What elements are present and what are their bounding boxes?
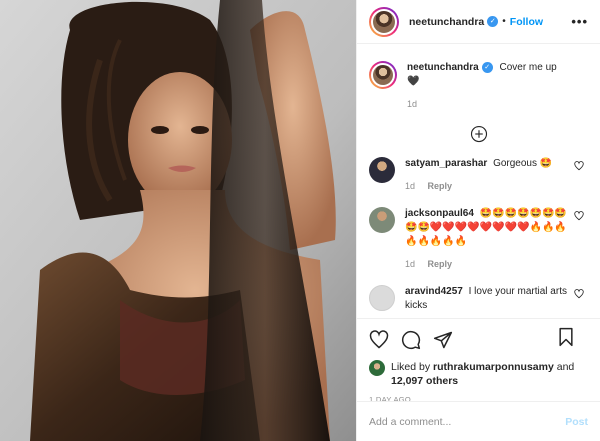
caption-username[interactable]: neetunchandra [407,62,479,73]
post-actions: Liked by ruthrakumarponnusamy and 12,097… [357,318,600,404]
comment-avatar[interactable] [369,285,395,311]
comment-time[interactable]: 1d [405,181,415,191]
comment-text: Gorgeous 🤩 [493,158,553,169]
post-sidebar: neetunchandra ✓ • Follow ••• neetunchand… [356,0,600,441]
comment-like-heart-icon[interactable] [574,161,584,171]
comment-username[interactable]: aravind4257 [405,286,463,297]
separator-dot: • [502,16,506,27]
caption-time[interactable]: 1d [407,99,417,109]
add-comment-input[interactable] [369,415,566,428]
comments-list[interactable]: neetunchandra ✓ Cover me up 🖤 1d satyam_p… [357,45,600,315]
comment-item: satyam_parashar Gorgeous 🤩 1d Reply [369,157,588,193]
add-comment-bar: Post [357,401,600,441]
comment-username[interactable]: satyam_parashar [405,158,487,169]
comment-item: aravind4257 I love your martial arts kic… [369,285,588,313]
instagram-post: neetunchandra ✓ • Follow ••• neetunchand… [0,0,600,441]
likes-prefix: Liked by [391,361,431,373]
like-heart-icon[interactable] [369,330,389,350]
caption-emoji: 🖤 [407,76,420,87]
more-options-icon[interactable]: ••• [571,14,588,29]
plus-circle-icon[interactable] [470,125,488,143]
liker-avatar[interactable] [369,360,385,376]
portrait-image [0,0,356,441]
post-comment-button[interactable]: Post [565,416,588,428]
comment-avatar[interactable] [369,207,395,233]
reply-button[interactable]: Reply [428,259,453,269]
likes-and: and [556,361,575,373]
comment-item: jacksonpaul64 🤩🤩🤩🤩🤩🤩🤩🤩🤩❤️❤️❤️❤️❤️❤️❤️❤️🔥… [369,207,588,271]
caption-text: Cover me up [499,62,557,73]
header-username[interactable]: neetunchandra [409,16,484,28]
save-bookmark-icon[interactable] [556,327,576,347]
caption-avatar[interactable] [369,61,397,89]
likes-summary: Liked by ruthrakumarponnusamy and 12,097… [369,360,588,388]
load-more-comments[interactable] [369,125,588,143]
verified-badge-icon: ✓ [481,61,493,73]
avatar[interactable] [369,6,399,37]
share-paper-plane-icon[interactable] [433,330,453,350]
comment-like-heart-icon[interactable] [574,289,584,299]
comment-time[interactable]: 1d [405,259,415,269]
comment-bubble-icon[interactable] [401,330,421,350]
action-icons [369,327,588,353]
follow-button[interactable]: Follow [510,16,543,28]
post-header: neetunchandra ✓ • Follow ••• [357,0,600,44]
caption: neetunchandra ✓ Cover me up 🖤 1d [369,61,588,111]
post-photo[interactable] [0,0,356,441]
likes-others[interactable]: 12,097 others [391,375,458,387]
comment-username[interactable]: jacksonpaul64 [405,208,474,219]
liker-username[interactable]: ruthrakumarponnusamy [433,361,554,373]
verified-badge-icon: ✓ [487,16,499,27]
reply-button[interactable]: Reply [428,181,453,191]
comment-avatar[interactable] [369,157,395,183]
comment-like-heart-icon[interactable] [574,211,584,221]
